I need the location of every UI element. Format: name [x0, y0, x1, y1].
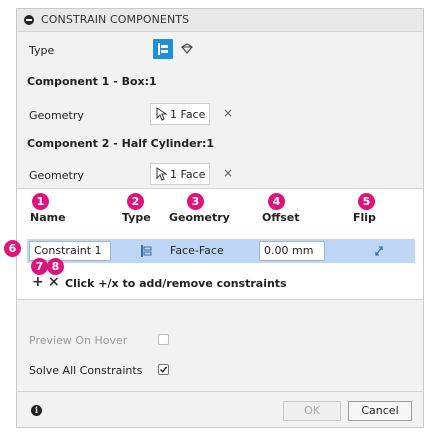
- cancel-button[interactable]: Cancel: [348, 401, 412, 421]
- callout-badge-5: 5: [358, 193, 375, 210]
- column-header-flip: Flip: [353, 211, 376, 224]
- callout-badge-7: 7: [31, 258, 48, 275]
- column-header-name: Name: [30, 211, 66, 224]
- panel-title: CONSTRAIN COMPONENTS: [41, 13, 190, 26]
- type-label: Type: [29, 44, 55, 57]
- panel-header[interactable]: CONSTRAIN COMPONENTS: [17, 9, 423, 32]
- column-header-type: Type: [122, 211, 151, 224]
- callout-badge-4: 4: [268, 193, 285, 210]
- collapse-icon[interactable]: [24, 15, 34, 25]
- component1-clear-icon[interactable]: ×: [223, 106, 233, 120]
- constraints-table: 1 2 3 4 5 Name Type Geometry Offset Flip…: [17, 188, 423, 300]
- callout-badge-1: 1: [32, 193, 49, 210]
- component1-geometry-label: Geometry: [29, 109, 84, 122]
- mate-type-button[interactable]: [153, 39, 173, 59]
- solve-all-label: Solve All Constraints: [29, 364, 143, 377]
- component1-heading: Component 1 - Box:1: [27, 75, 157, 88]
- flip-icon[interactable]: [372, 244, 386, 258]
- constrain-components-panel: CONSTRAIN COMPONENTS Type Component 1 - …: [4, 8, 424, 428]
- constraint-row[interactable]: Constraint 1 Face-Face 0.00 mm: [27, 239, 415, 263]
- ok-button[interactable]: OK: [283, 401, 341, 421]
- flip-type-icon[interactable]: [180, 43, 194, 55]
- callout-badge-2: 2: [127, 193, 144, 210]
- preview-on-hover-label: Preview On Hover: [29, 334, 128, 347]
- component1-geometry-selector[interactable]: 1 Face: [150, 103, 210, 125]
- cursor-select-icon: [156, 107, 168, 121]
- component2-clear-icon[interactable]: ×: [223, 166, 233, 180]
- callout-badge-8: 8: [47, 258, 64, 275]
- constraint-offset-input[interactable]: 0.00 mm: [259, 241, 325, 261]
- component2-heading: Component 2 - Half Cylinder:1: [27, 137, 215, 150]
- callout-badge-3: 3: [187, 193, 204, 210]
- footer-divider: [17, 391, 423, 392]
- cursor-select-icon: [156, 167, 168, 181]
- plus-icon[interactable]: +: [32, 274, 44, 290]
- constraint-hint: Click +/x to add/remove constraints: [65, 277, 287, 290]
- preview-on-hover-checkbox[interactable]: [158, 334, 169, 345]
- component2-geometry-selector[interactable]: 1 Face: [150, 163, 210, 185]
- component2-selection-count: 1 Face: [170, 168, 206, 181]
- column-header-offset: Offset: [262, 211, 300, 224]
- info-icon[interactable]: i: [31, 405, 42, 416]
- solve-all-checkbox[interactable]: [158, 364, 169, 375]
- constraint-geometry: Face-Face: [170, 244, 224, 257]
- component1-selection-count: 1 Face: [170, 108, 206, 121]
- remove-icon[interactable]: ×: [48, 274, 60, 290]
- column-header-geometry: Geometry: [169, 211, 230, 224]
- checkmark-icon: [159, 366, 168, 373]
- mate-type-icon[interactable]: [140, 244, 154, 258]
- component2-geometry-label: Geometry: [29, 169, 84, 182]
- callout-badge-6: 6: [4, 240, 21, 257]
